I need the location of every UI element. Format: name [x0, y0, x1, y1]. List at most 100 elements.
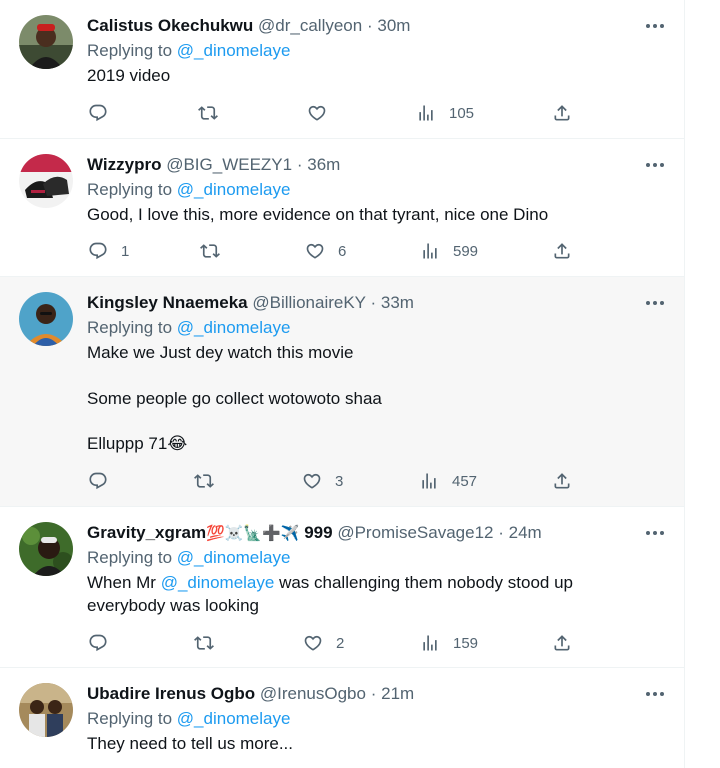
replying-to-mention[interactable]: @_dinomelaye	[177, 548, 291, 567]
more-options-icon[interactable]	[644, 16, 666, 36]
like-action[interactable]: 3	[302, 470, 343, 492]
retweet-action[interactable]	[198, 102, 231, 124]
replying-to-mention[interactable]: @_dinomelaye	[177, 318, 291, 337]
views-count: 105	[449, 104, 475, 122]
views-icon	[416, 103, 436, 123]
reply-tweet[interactable]: Calistus Okechukwu @dr_callyeon · 30m Re…	[0, 0, 684, 139]
avatar[interactable]	[19, 154, 73, 208]
author-name[interactable]: Gravity_xgram	[87, 523, 206, 542]
tweet-text-part: was challenging them nobody stood up	[274, 573, 573, 592]
tweet-text: When Mr @_dinomelaye was challenging the…	[87, 572, 647, 617]
share-action[interactable]	[552, 470, 572, 492]
reply-icon	[88, 471, 108, 491]
author-line: Calistus Okechukwu @dr_callyeon · 30m	[87, 15, 410, 37]
retweet-icon	[194, 633, 214, 653]
tweet-text: Make we Just dey watch this movie Some p…	[87, 342, 647, 456]
views-count: 159	[453, 634, 479, 652]
views-action[interactable]: 105	[416, 102, 474, 124]
separator-dot: ·	[370, 684, 377, 703]
replying-to-mention[interactable]: @_dinomelaye	[177, 41, 291, 60]
retweet-icon	[200, 241, 220, 261]
replying-label: Replying to	[87, 180, 173, 199]
heart-icon	[302, 471, 322, 491]
replying-label: Replying to	[87, 709, 173, 728]
author-name[interactable]: Ubadire Irenus Ogbo	[87, 684, 255, 703]
more-options-icon[interactable]	[644, 293, 666, 313]
author-name[interactable]: Calistus Okechukwu	[87, 16, 253, 35]
views-icon	[420, 633, 440, 653]
retweet-action[interactable]	[200, 240, 233, 262]
like-action[interactable]: 6	[305, 240, 346, 262]
name-emoji: 💯☠️🗽➕✈️	[206, 525, 300, 542]
reply-action[interactable]	[88, 632, 121, 654]
author-handle[interactable]: @BIG_WEEZY1	[166, 155, 292, 174]
reply-icon	[88, 103, 108, 123]
timestamp[interactable]: 36m	[307, 155, 340, 174]
reply-tweet[interactable]: Wizzypro @BIG_WEEZY1 · 36m Replying to @…	[0, 139, 684, 277]
replying-label: Replying to	[87, 41, 173, 60]
views-action[interactable]: 599	[420, 240, 478, 262]
share-action[interactable]	[552, 102, 572, 124]
timestamp[interactable]: 21m	[381, 684, 414, 703]
author-handle[interactable]: @dr_callyeon	[258, 16, 362, 35]
reply-tweet[interactable]: Gravity_xgram💯☠️🗽➕✈️ 999 @PromiseSavage1…	[0, 507, 684, 668]
views-action[interactable]: 457	[419, 470, 477, 492]
replying-label: Replying to	[87, 548, 173, 567]
retweet-icon	[198, 103, 218, 123]
reply-icon	[88, 633, 108, 653]
like-count: 2	[336, 634, 345, 652]
author-line: Kingsley Nnaemeka @BillionaireKY · 33m	[87, 292, 414, 314]
tweet-text-line: They need to tell us more...	[87, 734, 293, 753]
replying-to-mention[interactable]: @_dinomelaye	[177, 709, 291, 728]
replying-to-line: Replying to @_dinomelaye	[87, 40, 290, 62]
replying-label: Replying to	[87, 318, 173, 337]
reply-tweet[interactable]: Ubadire Irenus Ogbo @IrenusOgbo · 21m Re…	[0, 668, 684, 768]
tweet-text: They need to tell us more...	[87, 733, 647, 756]
reply-tweet[interactable]: Kingsley Nnaemeka @BillionaireKY · 33m R…	[0, 277, 684, 507]
reply-action[interactable]	[88, 470, 121, 492]
retweet-action[interactable]	[194, 632, 227, 654]
views-action[interactable]: 159	[420, 632, 478, 654]
like-count: 6	[338, 242, 347, 260]
avatar[interactable]	[19, 522, 73, 576]
like-action[interactable]: 2	[303, 632, 344, 654]
separator-dot: ·	[370, 293, 377, 312]
author-handle[interactable]: @IrenusOgbo	[260, 684, 366, 703]
author-name[interactable]: Wizzypro	[87, 155, 161, 174]
replying-to-mention[interactable]: @_dinomelaye	[177, 180, 291, 199]
share-icon	[552, 471, 572, 491]
reply-action[interactable]	[88, 102, 121, 124]
author-line: Gravity_xgram💯☠️🗽➕✈️ 999 @PromiseSavage1…	[87, 522, 542, 545]
timestamp[interactable]: 33m	[381, 293, 414, 312]
share-icon	[552, 241, 572, 261]
timestamp[interactable]: 30m	[377, 16, 410, 35]
share-action[interactable]	[552, 240, 572, 262]
views-icon	[419, 471, 439, 491]
avatar[interactable]	[19, 683, 73, 737]
separator-dot: ·	[296, 155, 303, 174]
reply-count: 1	[121, 242, 130, 260]
reply-icon	[88, 241, 108, 261]
retweet-icon	[194, 471, 214, 491]
retweet-action[interactable]	[194, 470, 227, 492]
replying-to-line: Replying to @_dinomelaye	[87, 547, 290, 569]
heart-icon	[305, 241, 325, 261]
timestamp[interactable]: 24m	[509, 523, 542, 542]
author-name-suffix: 999	[304, 523, 333, 542]
share-action[interactable]	[552, 632, 572, 654]
reply-action[interactable]: 1	[88, 240, 129, 262]
tweet-text-part: When Mr	[87, 573, 161, 592]
share-icon	[552, 103, 572, 123]
more-options-icon[interactable]	[644, 523, 666, 543]
author-handle[interactable]: @BillionaireKY	[252, 293, 365, 312]
author-name[interactable]: Kingsley Nnaemeka	[87, 293, 248, 312]
more-options-icon[interactable]	[644, 155, 666, 175]
column-divider	[684, 0, 685, 768]
avatar[interactable]	[19, 15, 73, 69]
tweet-mention[interactable]: @_dinomelaye	[161, 573, 275, 592]
avatar[interactable]	[19, 292, 73, 346]
share-icon	[552, 633, 572, 653]
more-options-icon[interactable]	[644, 684, 666, 704]
like-action[interactable]	[307, 102, 340, 124]
author-handle[interactable]: @PromiseSavage12	[337, 523, 493, 542]
